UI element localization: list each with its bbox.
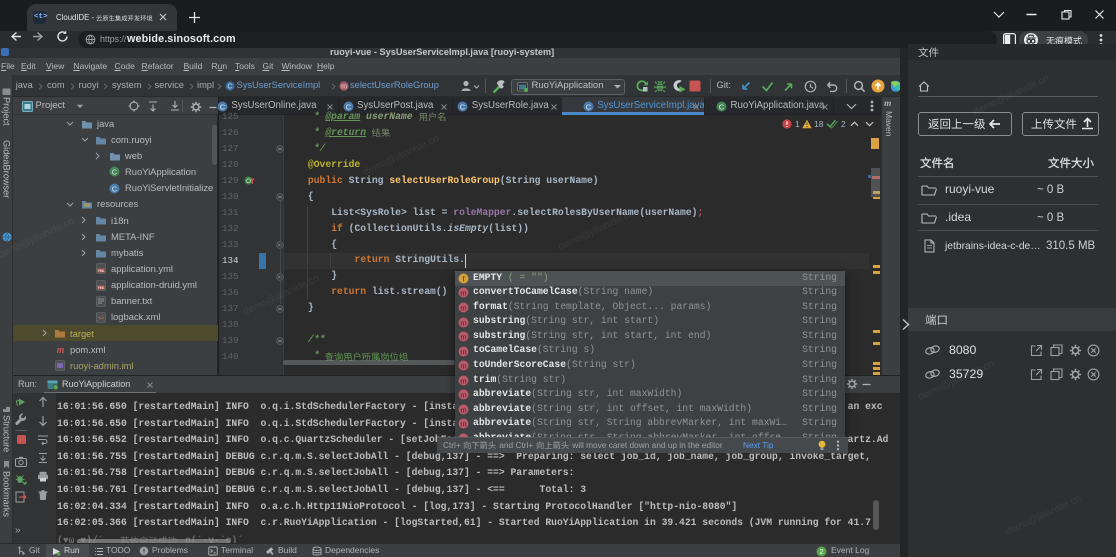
svg-text:O: O	[246, 178, 251, 185]
svg-text:m: m	[341, 84, 347, 91]
svg-text:m: m	[460, 390, 466, 399]
svg-text:C: C	[112, 168, 118, 177]
svg-text:C: C	[585, 102, 591, 111]
svg-text:m: m	[57, 345, 65, 355]
svg-text:C: C	[460, 102, 466, 111]
svg-text:m: m	[460, 420, 466, 429]
svg-text:C: C	[227, 84, 232, 91]
svg-text:m: m	[460, 376, 466, 385]
svg-text:m: m	[460, 289, 466, 298]
svg-text:m: m	[460, 303, 466, 312]
svg-text:<>: <>	[98, 315, 104, 321]
svg-text:m: m	[460, 318, 466, 327]
svg-text:YML: YML	[98, 285, 105, 289]
svg-text:m: m	[460, 361, 466, 370]
svg-text:C: C	[112, 184, 118, 193]
svg-text:m: m	[460, 405, 466, 414]
svg-text:2: 2	[819, 547, 823, 556]
svg-text:YML: YML	[98, 269, 105, 273]
svg-text:m: m	[460, 347, 466, 356]
svg-text:m: m	[460, 332, 466, 341]
svg-text:C: C	[719, 102, 725, 111]
